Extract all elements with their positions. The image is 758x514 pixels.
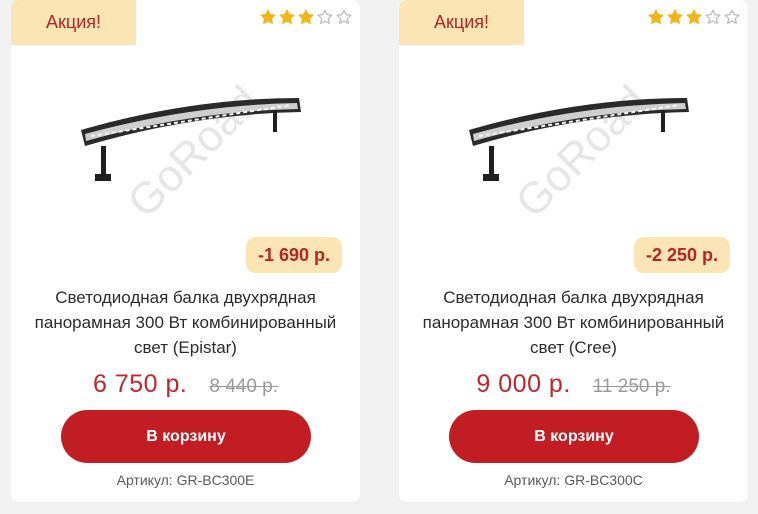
old-price: 11 250 р. [592, 376, 671, 397]
discount-badge: -1 690 р. [245, 237, 342, 273]
star-empty-icon [705, 9, 721, 25]
add-to-cart-button[interactable]: В корзину [449, 410, 699, 463]
star-filled-icon [667, 9, 683, 25]
product-card[interactable]: Акция! GoRoad -2 250 р. Светодиодная бал… [399, 0, 748, 502]
product-card[interactable]: Акция! GoRoad -1 690 р. Светодиодная бал… [11, 0, 360, 502]
star-filled-icon [686, 9, 702, 25]
product-sku: Артикул: GR-BC300C [504, 472, 643, 488]
star-rating [260, 9, 352, 25]
add-to-cart-button[interactable]: В корзину [61, 410, 311, 463]
promo-badge: Акция! [399, 0, 524, 45]
product-sku: Артикул: GR-BC300E [116, 472, 255, 488]
product-title[interactable]: Светодиодная балка двухрядная панорамная… [415, 285, 732, 360]
star-empty-icon [317, 9, 333, 25]
led-light-bar-image: GoRoad [469, 77, 689, 228]
old-price: 8 440 р. [209, 376, 279, 397]
price-block: 9 000 р. 11 250 р. [399, 370, 748, 399]
current-price: 9 000 р. [476, 370, 571, 398]
star-filled-icon [279, 9, 295, 25]
watermark-text: GoRoad [118, 77, 269, 228]
product-title[interactable]: Светодиодная балка двухрядная панорамная… [27, 285, 344, 360]
promo-badge: Акция! [11, 0, 136, 45]
product-image[interactable]: GoRoad [439, 50, 709, 245]
price-block: 6 750 р. 8 440 р. [11, 370, 360, 399]
star-empty-icon [336, 9, 352, 25]
watermark-text: GoRoad [506, 77, 657, 228]
star-rating [648, 9, 740, 25]
star-filled-icon [648, 9, 664, 25]
star-filled-icon [298, 9, 314, 25]
led-light-bar-image: GoRoad [81, 77, 301, 228]
discount-badge: -2 250 р. [633, 237, 730, 273]
product-image[interactable]: GoRoad [51, 50, 321, 245]
star-filled-icon [260, 9, 276, 25]
current-price: 6 750 р. [92, 370, 188, 398]
star-empty-icon [724, 9, 740, 25]
